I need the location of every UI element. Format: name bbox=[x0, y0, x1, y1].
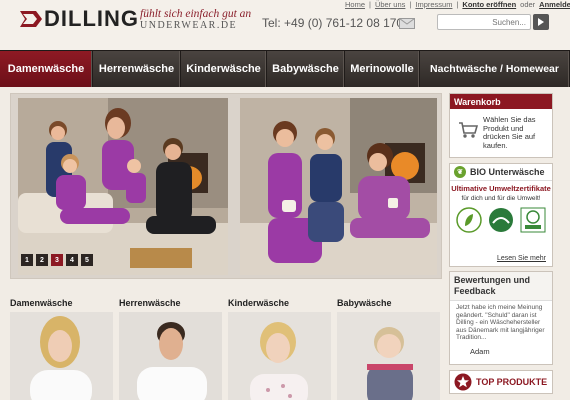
category-damenwaesche[interactable]: Damenwäsche bbox=[10, 298, 113, 400]
bio-read-more-link[interactable]: Lesen Sie mehr bbox=[497, 255, 546, 262]
gots-seal-icon[interactable] bbox=[488, 207, 514, 233]
phone-number: Tel: +49 (0) 761-12 08 170 bbox=[262, 16, 404, 30]
search-input[interactable] bbox=[437, 14, 531, 30]
review-text: Jetzt habe ich meine Meinung geändert. "… bbox=[456, 304, 545, 341]
home-link[interactable]: Home bbox=[345, 0, 365, 9]
category-label: Damenwäsche bbox=[10, 298, 73, 308]
slider-dot-5[interactable]: 5 bbox=[81, 254, 93, 266]
category-herrenwaesche[interactable]: Herrenwäsche bbox=[119, 298, 222, 400]
category-image-girl[interactable] bbox=[228, 312, 331, 400]
nav-kinderwaesche[interactable]: Kinderwäsche bbox=[181, 51, 267, 87]
logo-mark-icon bbox=[20, 9, 42, 29]
reviews-box: Bewertungen und Feedback Jetzt habe ich … bbox=[449, 271, 553, 365]
cart-icon[interactable] bbox=[458, 121, 479, 139]
nav-babywaesche[interactable]: Babywäsche bbox=[267, 51, 345, 87]
or-text: oder bbox=[520, 0, 536, 9]
nav-damenwaesche[interactable]: Damenwäsche bbox=[0, 51, 93, 87]
header: DILLING fühlt sich einfach gut an UNDERW… bbox=[0, 0, 570, 50]
cart-text: Wählen Sie das Produkt und drücken Sie a… bbox=[483, 115, 536, 150]
cart-box: Warenkorb Wählen Sie das Produkt und drü… bbox=[449, 93, 553, 158]
category-label: Herrenwäsche bbox=[119, 298, 181, 308]
slider-dot-2[interactable]: 2 bbox=[36, 254, 48, 266]
login-link[interactable]: Anmelden bbox=[539, 0, 570, 9]
image-slider: 1 2 3 4 5 bbox=[10, 93, 442, 279]
category-grid: Damenwäsche Herrenwäsche Kinderwäsche Ba… bbox=[10, 298, 442, 400]
slider-dots: 1 2 3 4 5 bbox=[21, 254, 93, 266]
nav-nachtwaesche[interactable]: Nachtwäsche / Homewear bbox=[420, 51, 570, 87]
star-icon bbox=[454, 373, 472, 391]
slide-image-family-2[interactable] bbox=[240, 98, 437, 275]
top-products-label: TOP PRODUKTE bbox=[476, 377, 548, 387]
category-label: Babywäsche bbox=[337, 298, 392, 308]
nav-herrenwaesche[interactable]: Herrenwäsche bbox=[93, 51, 181, 87]
review-author: Adam bbox=[470, 346, 490, 356]
bio-box: ❦ BIO Unterwäsche Ultimative Umweltzerti… bbox=[449, 163, 553, 267]
register-link[interactable]: Konto eröffnen bbox=[462, 0, 516, 9]
bio-subline: für dich und für die Umwelt! bbox=[461, 194, 541, 202]
search-button[interactable] bbox=[533, 14, 549, 30]
imprint-link[interactable]: Impressum bbox=[415, 0, 452, 9]
category-image-woman[interactable] bbox=[10, 312, 113, 400]
bio-leaf-icon: ❦ bbox=[454, 166, 466, 178]
bio-title: BIO Unterwäsche bbox=[470, 167, 545, 177]
about-link[interactable]: Über uns bbox=[375, 0, 405, 9]
category-label: Kinderwäsche bbox=[228, 298, 290, 308]
slide-image-family-1[interactable] bbox=[18, 98, 228, 275]
certificate-seals bbox=[450, 206, 552, 233]
dilling-logo[interactable]: DILLING bbox=[20, 6, 139, 31]
slider-dot-1[interactable]: 1 bbox=[21, 254, 33, 266]
nav-merinowolle[interactable]: Merinowolle bbox=[345, 51, 420, 87]
top-products-button[interactable]: TOP PRODUKTE bbox=[449, 370, 553, 394]
tagline-domain: UNDERWEAR.DE bbox=[140, 20, 238, 31]
organic-seal-icon[interactable] bbox=[456, 206, 482, 233]
cart-title: Warenkorb bbox=[450, 94, 552, 109]
category-image-baby[interactable] bbox=[337, 312, 440, 400]
logo-text: DILLING bbox=[44, 6, 139, 31]
top-links: Home | Über uns | Impressum | Konto eröf… bbox=[345, 0, 570, 9]
ecolabel-seal-icon[interactable] bbox=[520, 207, 546, 233]
category-babywaesche[interactable]: Babywäsche bbox=[337, 298, 440, 400]
category-kinderwaesche[interactable]: Kinderwäsche bbox=[228, 298, 331, 400]
bio-headline: Ultimative Umweltzertifikate bbox=[451, 184, 551, 193]
mail-icon[interactable] bbox=[399, 16, 415, 29]
slider-dot-4[interactable]: 4 bbox=[66, 254, 78, 266]
reviews-title: Bewertungen und Feedback bbox=[450, 272, 552, 301]
main-nav: Damenwäsche Herrenwäsche Kinderwäsche Ba… bbox=[0, 50, 570, 87]
slider-dot-3[interactable]: 3 bbox=[51, 254, 63, 266]
category-image-man[interactable] bbox=[119, 312, 222, 400]
tagline: fühlt sich einfach gut an bbox=[140, 8, 252, 20]
